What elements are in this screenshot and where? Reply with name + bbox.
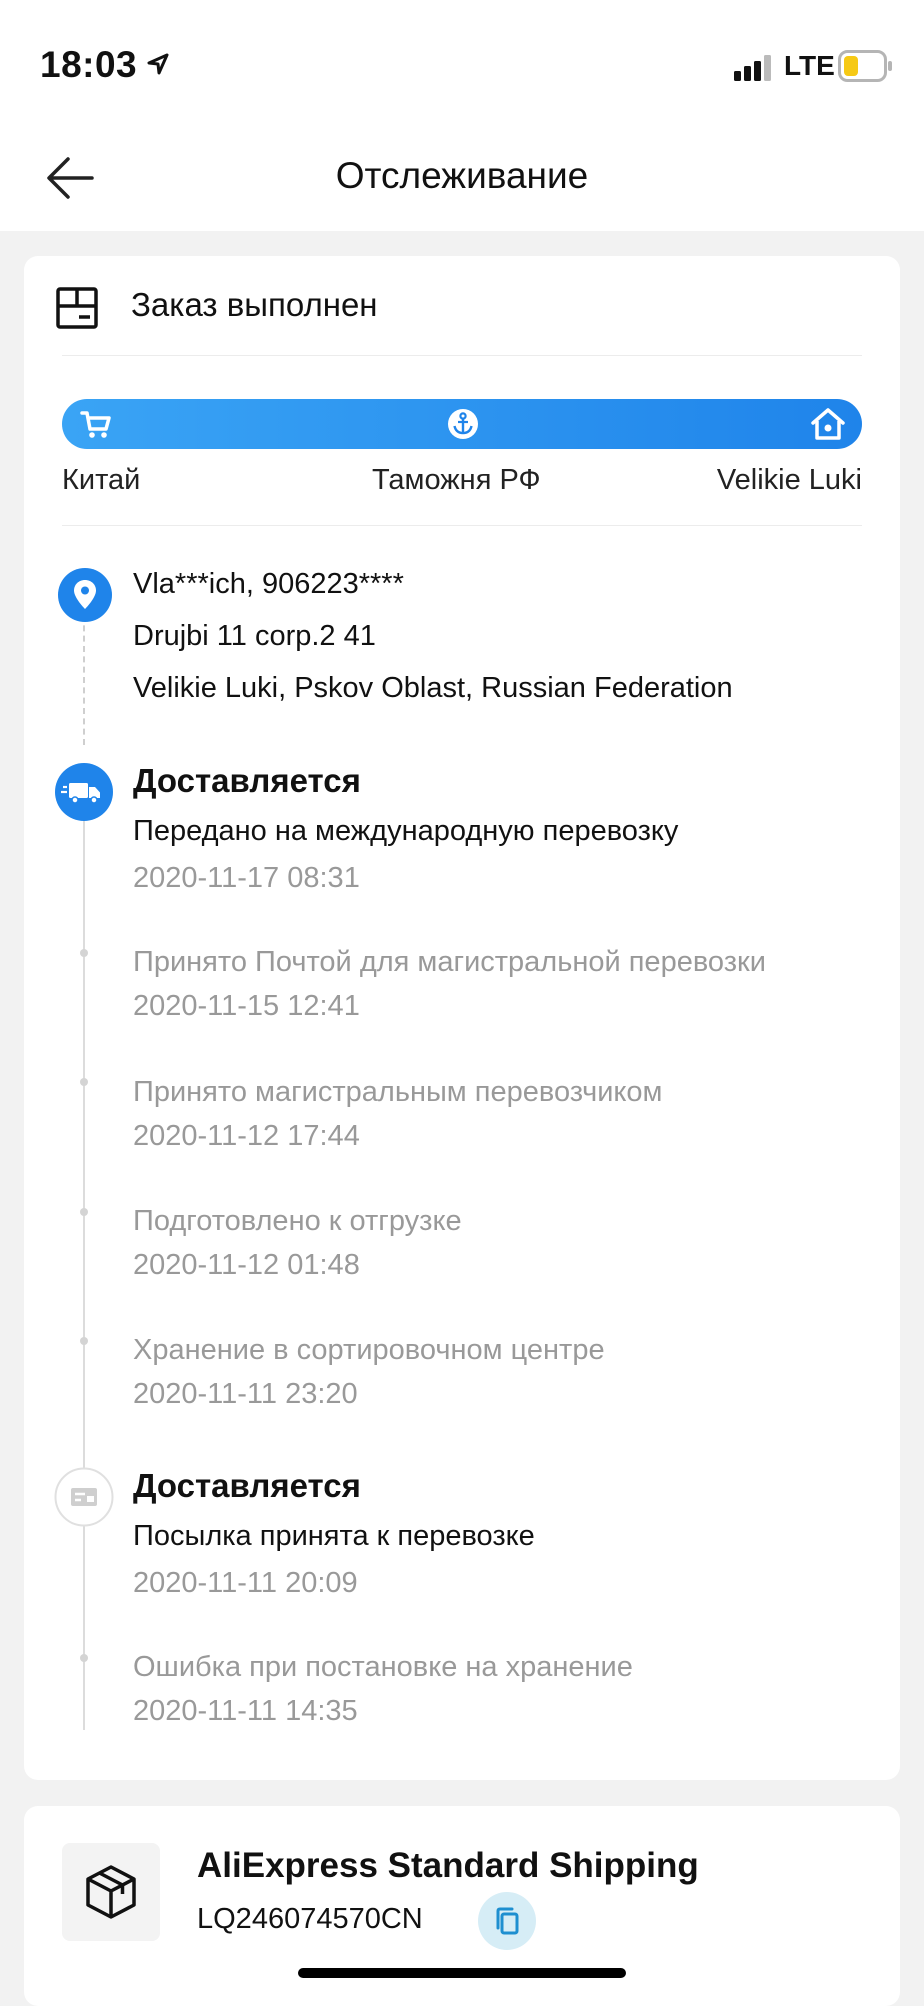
event-description: Посылка принята к перевозке: [133, 1520, 535, 1552]
location-arrow-icon: [147, 53, 169, 75]
order-box-icon: [56, 287, 98, 329]
network-label: LTE: [784, 50, 835, 81]
package-icon: [86, 1865, 136, 1919]
address-city: Velikie Luki, Pskov Oblast, Russian Fede…: [133, 672, 733, 704]
event-time: 2020-11-11 20:09: [133, 1567, 358, 1599]
cart-icon: [80, 411, 111, 438]
event-description: Хранение в сортировочном центре: [133, 1334, 605, 1366]
status-time: 18:03: [40, 44, 138, 85]
location-pin-icon: [58, 568, 112, 622]
route-destination-label: Velikie Luki: [716, 464, 862, 496]
carrier-name: AliExpress Standard Shipping: [197, 1846, 699, 1885]
anchor-icon: [448, 409, 478, 439]
timeline-dot: [80, 1337, 88, 1345]
battery-icon: [838, 50, 892, 82]
event-description: Ошибка при постановке на хранение: [133, 1651, 633, 1683]
timeline-dot: [80, 1654, 88, 1662]
address-street: Drujbi 11 corp.2 41: [133, 620, 376, 652]
event-time: 2020-11-12 17:44: [133, 1120, 360, 1152]
timeline-dashed-line: [83, 615, 85, 745]
event-time: 2020-11-17 08:31: [133, 862, 360, 894]
home-icon: [811, 408, 845, 440]
event-time: 2020-11-11 23:20: [133, 1378, 358, 1410]
package-transfer-icon: [54, 1467, 114, 1527]
event-status: Доставляется: [133, 1467, 361, 1504]
timeline-line: [83, 795, 85, 1730]
truck-icon: [55, 763, 113, 821]
divider: [62, 355, 862, 356]
tracking-number: LQ246074570CN: [197, 1903, 423, 1935]
page-title: Отслеживание: [335, 155, 589, 196]
route-origin-label: Китай: [62, 464, 141, 496]
recipient-name: Vla***ich, 906223****: [133, 568, 404, 600]
signal-icon: [734, 55, 771, 81]
route-customs-label: Таможня РФ: [372, 464, 541, 496]
event-time: 2020-11-11 14:35: [133, 1695, 358, 1727]
timeline-dot: [80, 949, 88, 957]
home-indicator: [298, 1968, 626, 1978]
order-status: Заказ выполнен: [131, 286, 378, 323]
event-description: Подготовлено к отгрузке: [133, 1205, 462, 1237]
event-time: 2020-11-12 01:48: [133, 1249, 360, 1281]
copy-icon: [496, 1907, 519, 1935]
timeline-dot: [80, 1208, 88, 1216]
event-status: Доставляется: [133, 762, 361, 799]
event-description: Принято магистральным перевозчиком: [133, 1076, 663, 1108]
event-description: Принято Почтой для магистральной перевоз…: [133, 946, 766, 978]
divider: [62, 525, 862, 526]
event-time: 2020-11-15 12:41: [133, 990, 360, 1022]
timeline-dot: [80, 1078, 88, 1086]
event-description: Передано на международную перевозку: [133, 815, 679, 847]
